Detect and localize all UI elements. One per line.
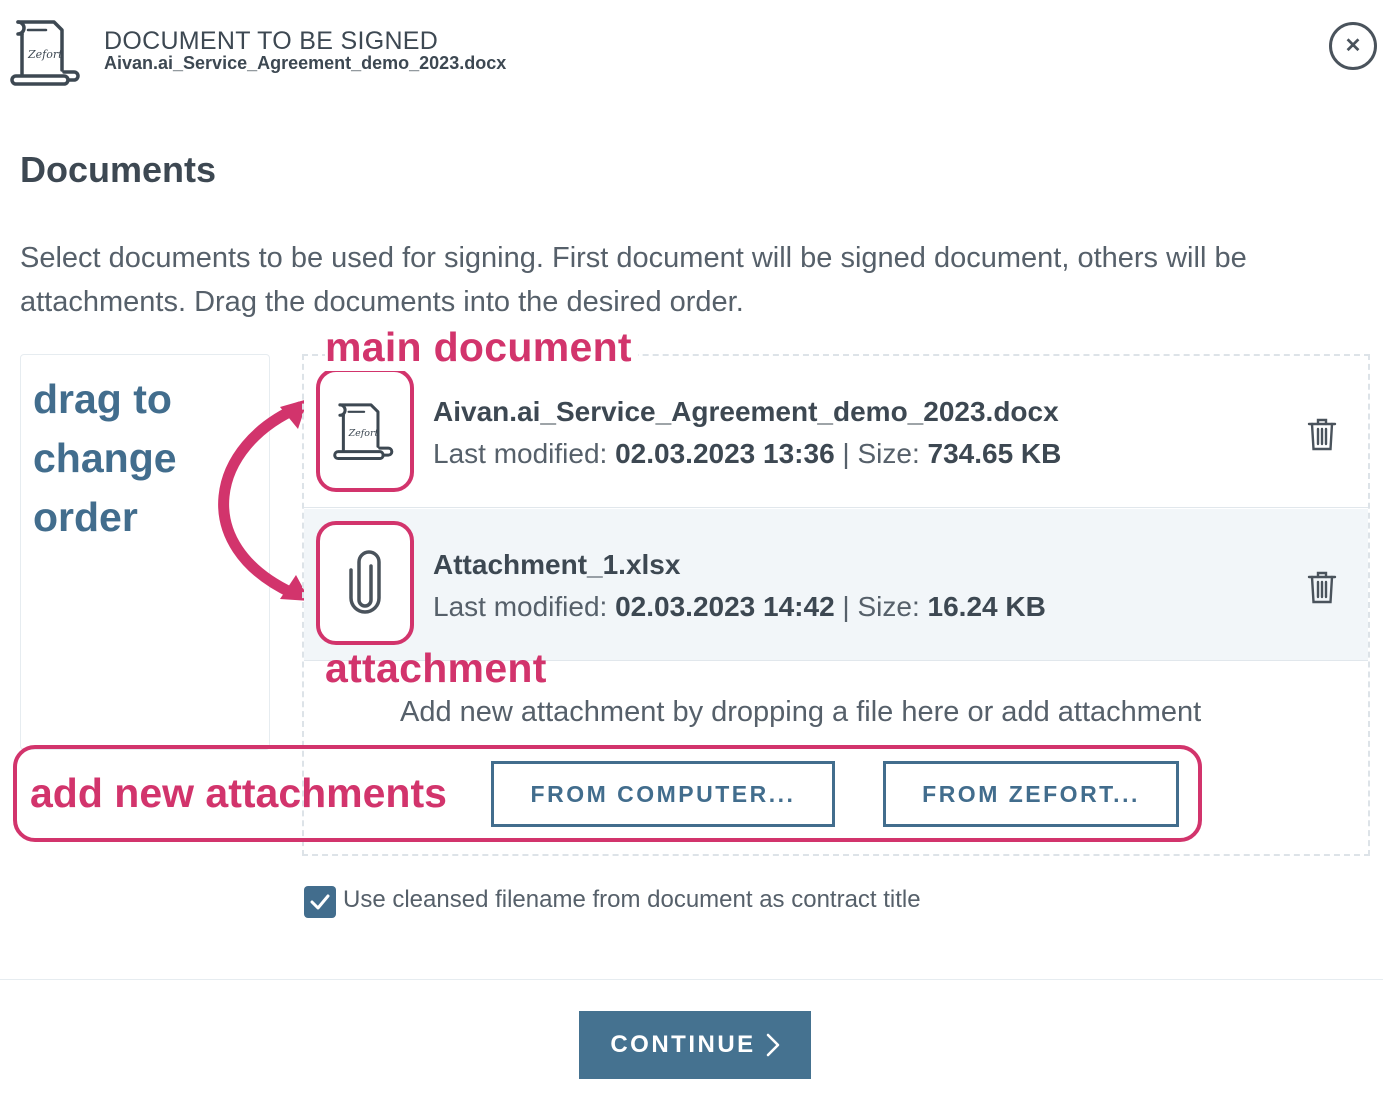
from-computer-button[interactable]: FROM COMPUTER... (491, 761, 835, 827)
trash-icon (1307, 571, 1337, 604)
header-title: DOCUMENT TO BE SIGNED (104, 27, 439, 55)
document-row-attachment[interactable]: Attachment_1.xlsx Last modified: 02.03.2… (304, 509, 1368, 661)
zefort-document-icon: Zefort (333, 403, 394, 461)
zefort-logo-icon: Zefort (10, 16, 84, 86)
checkmark-icon (310, 894, 330, 910)
document-meta: Last modified: 02.03.2023 13:36 | Size: … (433, 438, 1062, 469)
from-zefort-button[interactable]: FROM ZEFORT... (883, 761, 1179, 827)
dropzone-hint: Add new attachment by dropping a file he… (400, 696, 1202, 728)
use-cleansed-filename-checkbox[interactable] (304, 886, 336, 918)
trash-icon (1307, 418, 1337, 451)
header-filename: Aivan.ai_Service_Agreement_demo_2023.doc… (104, 53, 507, 73)
chevron-right-icon (766, 1033, 780, 1057)
svg-text:Zefort: Zefort (348, 428, 379, 439)
attachment-thumbnail[interactable] (316, 521, 414, 645)
continue-button[interactable]: CONTINUE (579, 1011, 811, 1079)
footer-divider (0, 979, 1383, 980)
close-icon: ✕ (1344, 35, 1362, 57)
checkbox-label[interactable]: Use cleansed filename from document as c… (343, 886, 921, 914)
annotation-main-document: main document (325, 324, 638, 371)
svg-text:Zefort: Zefort (27, 48, 63, 61)
document-meta: Last modified: 02.03.2023 14:42 | Size: … (433, 591, 1046, 622)
delete-document-button[interactable] (1306, 416, 1338, 452)
delete-attachment-button[interactable] (1306, 569, 1338, 605)
document-name: Attachment_1.xlsx (433, 549, 681, 580)
document-row-main[interactable]: Zefort Aivan.ai_Service_Agreement_demo_2… (304, 356, 1368, 508)
annotation-attachment: attachment (325, 645, 547, 691)
document-thumbnail[interactable]: Zefort (316, 368, 414, 492)
document-name: Aivan.ai_Service_Agreement_demo_2023.doc… (433, 396, 1059, 427)
close-button[interactable]: ✕ (1329, 22, 1377, 70)
paperclip-icon (349, 550, 381, 614)
continue-label: CONTINUE (610, 1031, 756, 1058)
instructions-text: Select documents to be used for signing.… (20, 242, 1247, 318)
annotation-add-new-attachments: add new attachments (30, 770, 447, 816)
page-title: Documents (20, 149, 217, 190)
